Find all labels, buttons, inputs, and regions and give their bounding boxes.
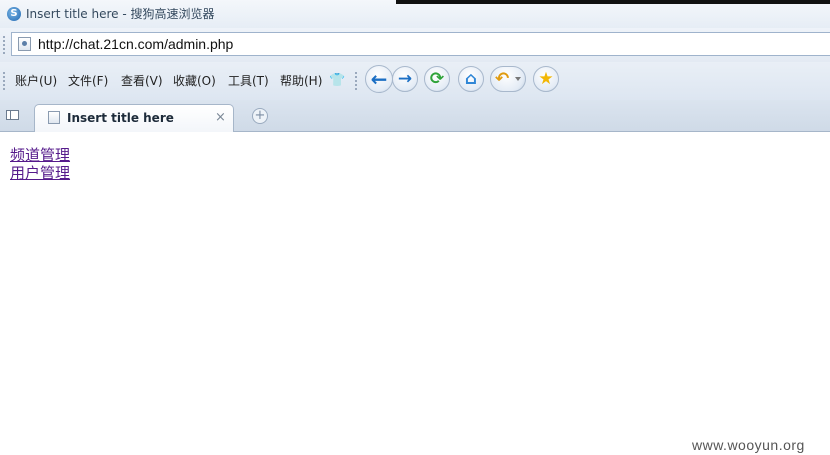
refresh-button[interactable]: ⟳	[424, 66, 450, 92]
back-arrow-icon: ←	[370, 67, 388, 91]
sogou-browser-icon: S	[7, 7, 21, 21]
menu-view[interactable]: 查看(V)	[121, 72, 163, 89]
new-tab-button[interactable]: +	[252, 108, 268, 124]
address-input[interactable]: http://chat.21cn.com/admin.php	[38, 36, 233, 52]
sidebar-toggle-icon[interactable]	[6, 110, 19, 120]
forward-arrow-icon: →	[397, 69, 413, 89]
page-icon	[18, 37, 31, 51]
watermark: www.wooyun.org	[692, 437, 805, 453]
page-content: 频道管理 用户管理	[10, 146, 70, 182]
menu-toolbar-row: 账户(U) 文件(F) 查看(V) 收藏(O) 工具(T) 帮助(H) 👕 ← …	[0, 62, 830, 100]
link-channel-management[interactable]: 频道管理	[10, 146, 70, 164]
title-bar: S Insert title here - 搜狗高速浏览器	[0, 0, 830, 28]
star-icon: ★	[538, 69, 554, 89]
home-icon: ⌂	[464, 69, 478, 89]
refresh-icon: ⟳	[429, 69, 445, 89]
tab-insert-title-here[interactable]: Insert title here ×	[34, 104, 234, 132]
page-icon	[48, 111, 60, 124]
back-button[interactable]: ←	[365, 65, 393, 93]
menu-tools[interactable]: 工具(T)	[228, 72, 269, 89]
favorite-button[interactable]: ★	[533, 66, 559, 92]
menu-file[interactable]: 文件(F)	[68, 72, 108, 89]
address-row: http://chat.21cn.com/admin.php	[0, 28, 830, 62]
menu-favorites[interactable]: 收藏(O)	[173, 72, 216, 89]
chevron-down-icon[interactable]	[515, 77, 521, 81]
title-bar-dark-strip	[396, 0, 830, 4]
menu-account[interactable]: 账户(U)	[15, 72, 57, 89]
undo-close-tab-button[interactable]: ↶	[490, 66, 526, 92]
toolbar-grip[interactable]	[3, 36, 7, 54]
close-icon[interactable]: ×	[215, 110, 226, 125]
tab-bar: Insert title here × +	[0, 100, 830, 132]
window-title: Insert title here - 搜狗高速浏览器	[26, 7, 215, 21]
toolbar-grip[interactable]	[355, 72, 359, 90]
home-button[interactable]: ⌂	[458, 66, 484, 92]
address-bar[interactable]: http://chat.21cn.com/admin.php	[11, 32, 830, 56]
link-user-management[interactable]: 用户管理	[10, 164, 70, 182]
tab-label: Insert title here	[67, 111, 174, 125]
menu-help[interactable]: 帮助(H)	[280, 72, 322, 89]
undo-icon: ↶	[495, 69, 510, 89]
skin-icon[interactable]: 👕	[329, 73, 345, 88]
forward-button[interactable]: →	[392, 66, 418, 92]
toolbar-grip[interactable]	[3, 72, 7, 90]
